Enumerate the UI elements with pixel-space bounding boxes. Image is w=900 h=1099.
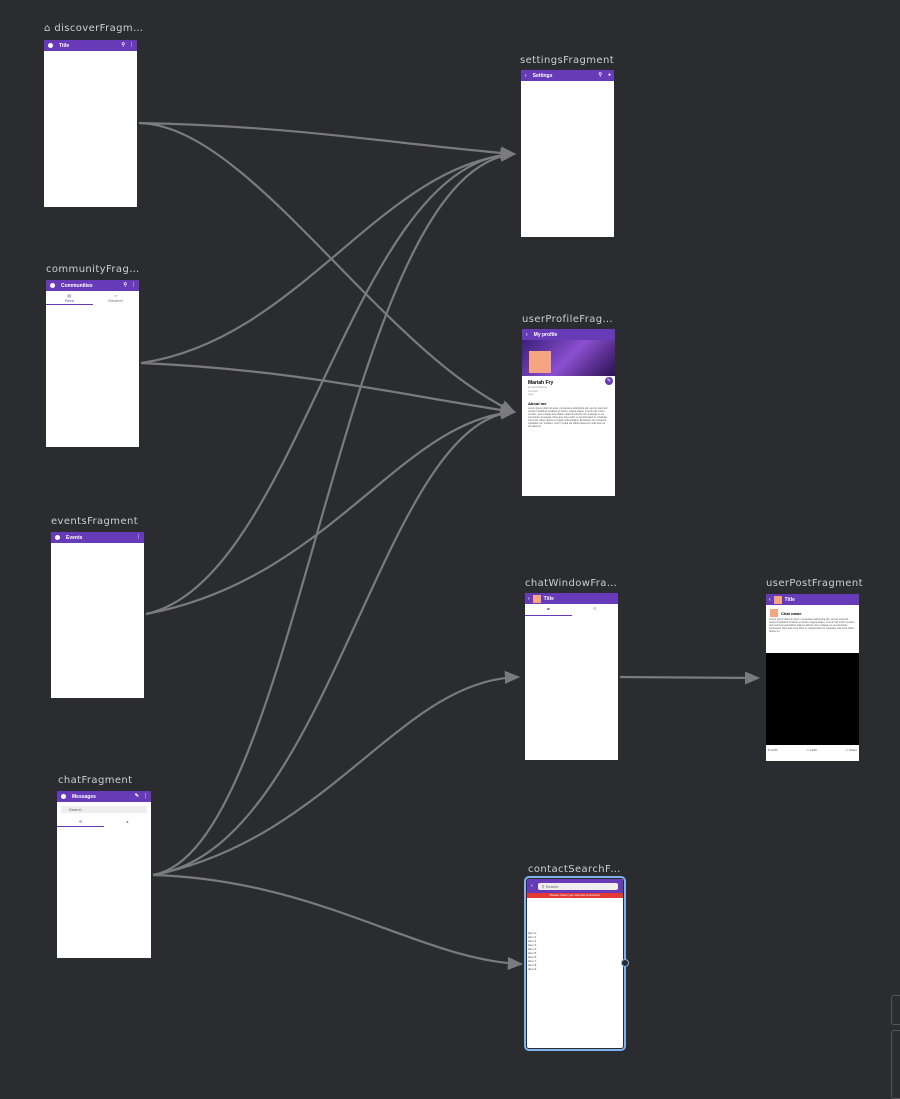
post-author: Chat name (766, 605, 859, 618)
avatar (529, 351, 551, 373)
contact-list: Item 0 Item 1 Item 2 Item 3 Item 4 Item … (527, 931, 623, 971)
avatar (532, 594, 541, 603)
edge-chat-contact[interactable] (152, 873, 524, 971)
toolbar: ‹ Settings ⚲ ● (521, 70, 614, 81)
node-label-contact[interactable]: contactSearchFra… (528, 864, 624, 875)
toolbar: Title ⚲ ⋮ (44, 40, 137, 51)
node-label-discover[interactable]: ⌂ discoverFragment (44, 23, 144, 34)
tab-row: ▤ Feed ∞ Member (46, 291, 139, 305)
tab-info[interactable]: ☷ (572, 604, 619, 616)
person-icon: ● (126, 819, 129, 824)
about-body: Lorem ipsum dolor sit amet, consectetur … (528, 406, 608, 428)
edge-events-settings[interactable] (145, 147, 517, 616)
screen-chat[interactable]: Messages ✎ ⋮ Search ⟲ ● (57, 791, 151, 958)
share-icon: ⇪ (845, 748, 849, 752)
network-error-banner: Please check your internet connection (527, 893, 623, 898)
share-button[interactable]: ⇪ Share (846, 748, 857, 752)
post-body: Lorem ipsum dolor sit amet, consectetur … (769, 618, 855, 633)
search-field[interactable]: Search (61, 806, 147, 813)
back-icon: ‹ (769, 596, 771, 603)
comment-icon: ▭ (806, 748, 810, 752)
like-icon: ♥ (768, 748, 770, 752)
avatar (770, 609, 778, 617)
tab-feed[interactable]: ▤ Feed (46, 291, 93, 305)
edge-chatwindow-userpost[interactable] (619, 671, 761, 685)
avatar-icon: ● (607, 72, 611, 78)
more-icon: ⋮ (129, 42, 134, 48)
comment-button[interactable]: ▭ 120K (806, 748, 817, 752)
edit-fab-icon[interactable]: ✎ (605, 377, 613, 385)
like-button[interactable]: ♥ 120K (768, 748, 778, 752)
node-label-settings[interactable]: settingsFragment (520, 55, 620, 66)
screen-community[interactable]: Communities ⚲ ⋮ ▤ Feed ∞ Member (46, 280, 139, 447)
node-label-chat[interactable]: chatFragment (58, 775, 158, 786)
back-icon: ‹ (528, 595, 530, 602)
toolbar: ‹ ⚲ Search (527, 879, 623, 893)
account-icon (61, 794, 66, 799)
more-icon: ⋮ (136, 534, 141, 540)
screen-profile[interactable]: ‹ My profile ✎ Mariah Fry Email Address … (522, 329, 615, 496)
more-icon: ⋮ (143, 793, 148, 799)
toolbar: ‹ My profile (522, 329, 615, 340)
screen-settings[interactable]: ‹ Settings ⚲ ● (521, 70, 614, 237)
toolbar: Communities ⚲ ⋮ (46, 280, 139, 291)
toolbar: ‹ Title (766, 594, 859, 605)
avatar (773, 595, 782, 604)
home-icon: ⌂ (44, 23, 51, 34)
edge-discover-profile[interactable] (138, 121, 516, 413)
back-icon: ‹ (531, 883, 533, 889)
tab-contacts[interactable]: ● (104, 817, 151, 827)
account-icon (55, 535, 60, 540)
search-icon: ⚲ (121, 42, 125, 48)
toolbar: Messages ✎ ⋮ (57, 791, 151, 802)
search-icon: ⚲ (598, 72, 602, 78)
action-handle[interactable] (621, 959, 629, 967)
tab-member[interactable]: ∞ Member (93, 291, 140, 305)
account-icon (48, 43, 53, 48)
list-item[interactable]: Item 9 (527, 967, 623, 971)
tab-row: ⟲ ● (57, 817, 151, 827)
search-icon: ⚲ (541, 883, 545, 889)
tab-recent[interactable]: ⟲ (57, 817, 104, 827)
group-icon: ☷ (592, 606, 597, 611)
screen-chatwindow[interactable]: ‹ Title ▰ ☷ (525, 593, 618, 760)
screen-events[interactable]: Events ⋮ (51, 532, 144, 698)
toolbar: ‹ Title (525, 593, 618, 604)
node-label-userpost[interactable]: userPostFragment (766, 578, 866, 589)
zoom-controls-panel[interactable] (891, 995, 900, 1025)
post-media[interactable] (766, 653, 859, 745)
search-icon: ⚲ (123, 282, 127, 288)
account-icon (50, 283, 55, 288)
node-label-chatwindow[interactable]: chatWindowFrag… (525, 578, 617, 589)
toolbar: Events ⋮ (51, 532, 144, 543)
screen-contact[interactable]: ‹ ⚲ Search Please check your internet co… (524, 876, 626, 1051)
tab-row: ▰ ☷ (525, 604, 618, 616)
profile-cover (522, 340, 615, 376)
post-actions: ♥ 120K ▭ 120K ⇪ Share (766, 748, 859, 752)
edge-discover-settings[interactable] (138, 121, 517, 160)
node-label-community[interactable]: communityFragm… (46, 264, 141, 275)
tab-messages[interactable]: ▰ (525, 604, 572, 616)
back-icon: ‹ (525, 72, 527, 79)
node-label-profile[interactable]: userProfileFragment (522, 314, 622, 325)
edit-icon: ✎ (134, 793, 139, 799)
node-label-events[interactable]: eventsFragment (51, 516, 151, 527)
screen-userpost[interactable]: ‹ Title Chat name Lorem ipsum dolor sit … (766, 594, 859, 761)
contact-search-input[interactable]: ⚲ Search (537, 882, 618, 890)
history-icon: ⟲ (78, 819, 83, 824)
side-panel[interactable] (891, 1030, 900, 1099)
back-icon: ‹ (526, 331, 528, 338)
chat-icon: ▰ (546, 606, 550, 611)
more-icon: ⋮ (131, 282, 136, 288)
edge-chat-profile[interactable] (152, 406, 517, 877)
about-heading: About me (528, 400, 547, 406)
screen-discover[interactable]: Title ⚲ ⋮ (44, 40, 137, 207)
edge-chat-chatwindow[interactable] (152, 670, 521, 877)
